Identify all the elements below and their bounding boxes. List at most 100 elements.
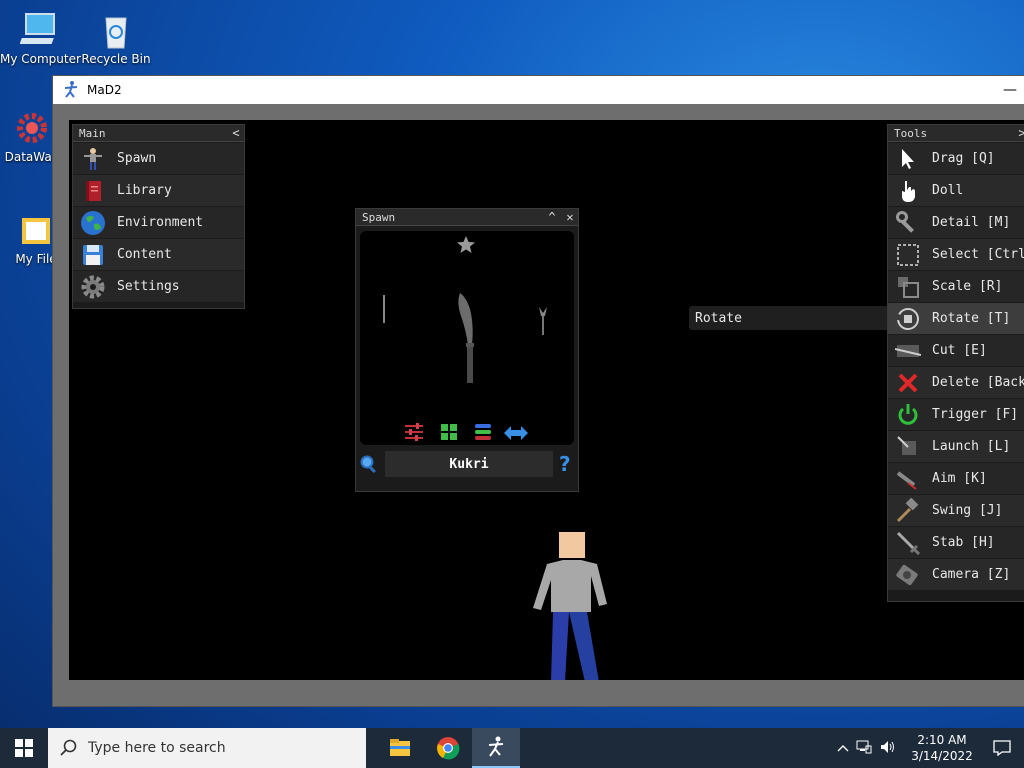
tool-delete[interactable]: Delete [Back (888, 367, 1024, 398)
ragdoll-figure[interactable] (529, 532, 609, 680)
clock-date: 3/14/2022 (911, 749, 973, 763)
recycle-bin-icon (96, 10, 136, 50)
menu-item-label: Content (117, 247, 172, 262)
help-button[interactable]: ? (559, 452, 571, 476)
tools-panel: Tools > Drag [Q] Doll Detail [M] Select … (887, 124, 1024, 602)
tooltip-text: Rotate (695, 310, 742, 326)
tool-label: Drag [Q] (932, 151, 995, 166)
tool-detail[interactable]: Detail [M] (888, 207, 1024, 238)
tool-label: Delete [Back (932, 375, 1024, 390)
main-panel: Main < Spawn Library Environment Content… (72, 124, 245, 309)
desktop-icon-label: Recycle Bin (81, 52, 151, 66)
tool-rotate[interactable]: Rotate [T] (888, 303, 1024, 334)
launch-icon (894, 433, 922, 461)
computer-icon (19, 10, 60, 50)
figure-icon (79, 145, 107, 173)
network-icon[interactable] (852, 740, 876, 757)
knife-cut-icon (894, 337, 922, 365)
tool-drag[interactable]: Drag [Q] (888, 143, 1024, 174)
desktop-icon-recycle-bin[interactable]: Recycle Bin (76, 10, 156, 66)
tool-camera[interactable]: Camera [Z] (888, 559, 1024, 590)
taskbar-mad2[interactable] (472, 728, 520, 768)
taskbar-file-explorer[interactable] (376, 728, 424, 768)
close-button[interactable]: ✕ (562, 209, 578, 225)
taskbar-chrome[interactable] (424, 728, 472, 768)
tool-stab[interactable]: Stab [H] (888, 527, 1024, 558)
power-icon (894, 401, 922, 429)
swap-arrows-icon[interactable] (504, 425, 528, 444)
tool-doll[interactable]: Doll (888, 175, 1024, 206)
tool-trigger[interactable]: Trigger [F] (888, 399, 1024, 430)
chevron-up-icon[interactable] (834, 741, 852, 755)
spawn-panel-header[interactable]: Spawn ^ ✕ (356, 209, 578, 226)
tool-label: Stab [H] (932, 535, 995, 550)
menu-item-environment[interactable]: Environment (73, 207, 244, 238)
minimize-button[interactable]: — (987, 82, 1024, 98)
sword-stab-icon (894, 529, 922, 557)
tool-launch[interactable]: Launch [L] (888, 431, 1024, 462)
collapse-up-button[interactable]: ^ (544, 209, 560, 225)
list-view-icon[interactable] (474, 423, 492, 445)
search-icon[interactable] (359, 454, 381, 474)
folder-icon (390, 739, 410, 756)
menu-item-spawn[interactable]: Spawn (73, 143, 244, 174)
collapse-right-button[interactable]: > (1014, 125, 1024, 141)
tool-label: Swing [J] (932, 503, 1003, 518)
menu-item-label: Library (117, 183, 172, 198)
window-titlebar[interactable]: MaD2 — (53, 76, 1024, 104)
menu-item-label: Environment (117, 215, 204, 230)
spawn-search-input[interactable] (385, 451, 553, 477)
app-icon (61, 80, 81, 100)
tool-label: Camera [Z] (932, 567, 1011, 582)
clock[interactable]: 2:10 AM 3/14/2022 (904, 732, 980, 764)
hand-icon (894, 177, 922, 205)
book-icon (79, 177, 107, 205)
tool-label: Scale [R] (932, 279, 1003, 294)
tool-aim[interactable]: Aim [K] (888, 463, 1024, 494)
tools-panel-header[interactable]: Tools > (888, 125, 1024, 142)
spawn-preview-area (360, 231, 574, 445)
notification-icon[interactable] (980, 740, 1024, 756)
menu-item-label: Spawn (117, 151, 157, 166)
rotate-icon (894, 305, 922, 333)
start-button[interactable] (0, 728, 48, 768)
tool-scale[interactable]: Scale [R] (888, 271, 1024, 302)
menu-item-settings[interactable]: Settings (73, 271, 244, 302)
tool-label: Launch [L] (932, 439, 1011, 454)
app-icon (488, 736, 504, 757)
tool-swing[interactable]: Swing [J] (888, 495, 1024, 526)
tool-label: Cut [E] (932, 343, 987, 358)
tool-select[interactable]: Select [Ctrl (888, 239, 1024, 270)
taskbar-search-box[interactable]: Type here to search (48, 728, 366, 768)
system-tray: 2:10 AM 3/14/2022 (834, 728, 1024, 768)
filter-sliders-icon[interactable] (404, 423, 424, 445)
windows-logo-icon (15, 739, 33, 757)
tool-cut[interactable]: Cut [E] (888, 335, 1024, 366)
collapse-left-button[interactable]: < (228, 125, 244, 141)
spawn-panel: Spawn ^ ✕ Kukri ? (355, 208, 579, 492)
menu-item-content[interactable]: Content (73, 239, 244, 270)
star-favorite-icon[interactable] (456, 235, 476, 259)
gun-aim-icon (894, 465, 922, 493)
desktop-icon-my-computer[interactable]: My Computer (0, 10, 81, 66)
next-item-thumbnail[interactable] (538, 307, 548, 339)
window-title: MaD2 (87, 83, 122, 97)
selection-box-icon (894, 241, 922, 269)
grid-view-icon[interactable] (440, 423, 458, 445)
taskbar-search-placeholder: Type here to search (88, 740, 226, 756)
chrome-icon (437, 737, 460, 760)
scale-icon (894, 273, 922, 301)
globe-icon (79, 209, 107, 237)
tool-label: Aim [K] (932, 471, 987, 486)
prev-item-thumbnail[interactable] (382, 295, 386, 327)
game-viewport[interactable]: Main < Spawn Library Environment Content… (69, 120, 1024, 680)
volume-icon[interactable] (876, 740, 900, 757)
wrench-icon (894, 209, 922, 237)
app-window: MaD2 — Main < Spawn Library Environment … (52, 75, 1024, 707)
menu-item-library[interactable]: Library (73, 175, 244, 206)
gear-icon (12, 108, 52, 148)
kukri-preview (454, 291, 478, 389)
spawn-panel-title: Spawn (362, 210, 396, 224)
tools-panel-title: Tools (894, 126, 928, 140)
main-panel-header[interactable]: Main < (73, 125, 244, 142)
